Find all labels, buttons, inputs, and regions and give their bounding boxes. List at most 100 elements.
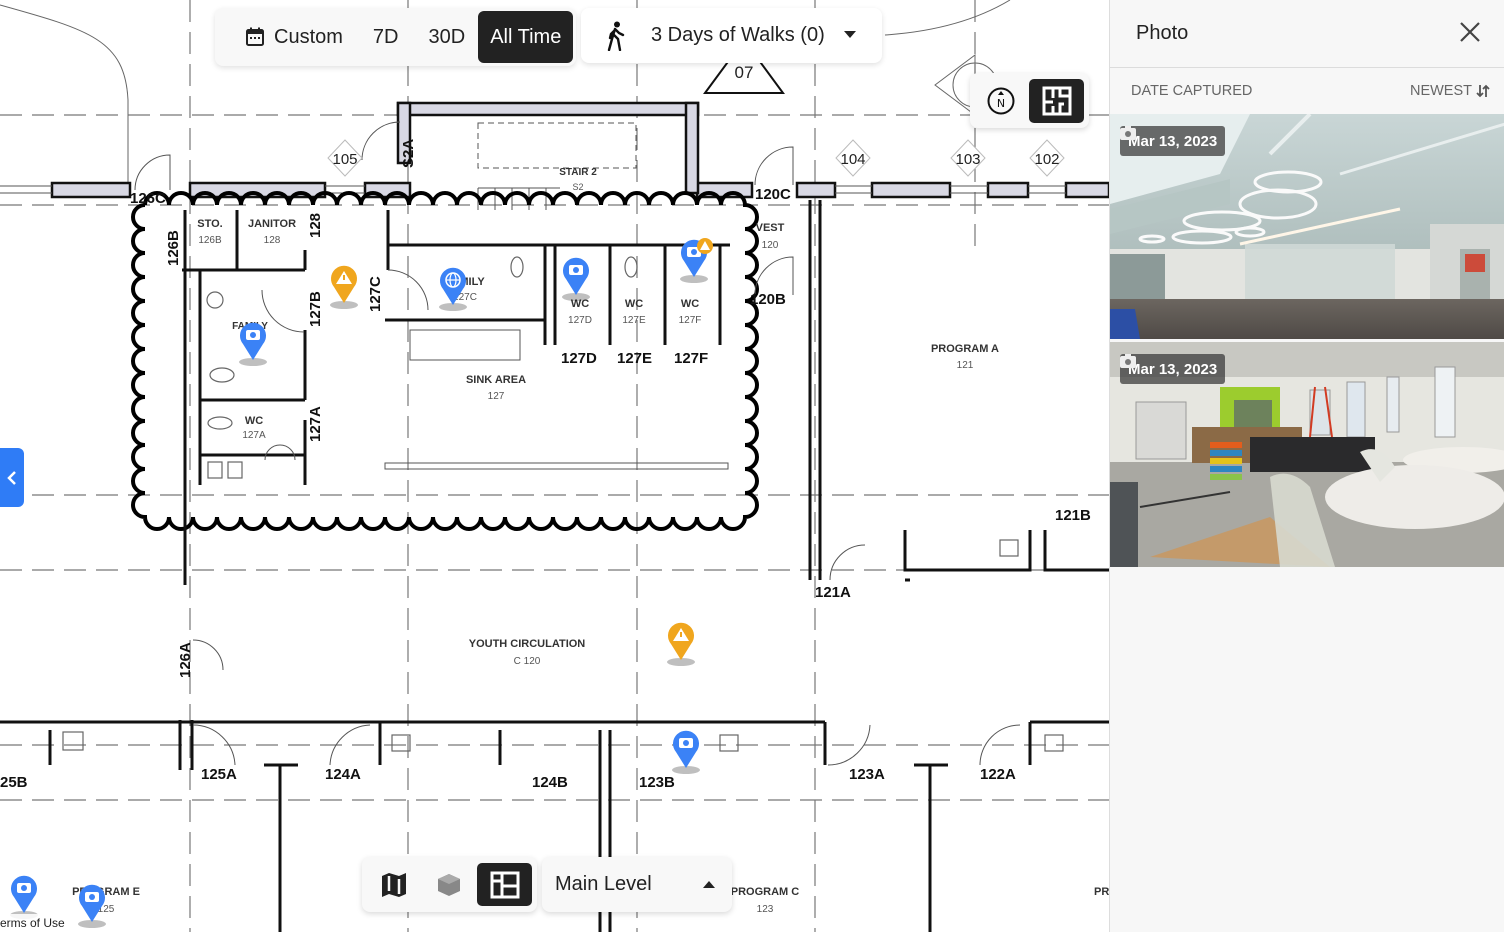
room-wc-127a-label: WC bbox=[245, 415, 263, 427]
panel-title: Photo bbox=[1136, 22, 1189, 44]
tag-105: 105 bbox=[332, 151, 357, 168]
room-wc-127f-label: WC bbox=[681, 298, 699, 310]
time-filter-custom-label: Custom bbox=[274, 25, 343, 48]
door-127f: 127F bbox=[674, 350, 708, 367]
room-stair-2-label: STAIR 2 bbox=[559, 167, 597, 178]
photo-pin-with-issue[interactable] bbox=[678, 237, 713, 283]
floorplan-icon bbox=[490, 871, 519, 898]
room-youth-circulation-label: YOUTH CIRCULATION bbox=[469, 638, 586, 650]
photo-panel: Photo DATE CAPTURED NEWEST Mar 13, 2023 … bbox=[1109, 0, 1504, 932]
door-126a: 126A bbox=[177, 642, 194, 678]
tag-104: 104 bbox=[840, 151, 865, 168]
room-stair-2-number: S2 bbox=[572, 182, 583, 192]
time-filter-7d[interactable]: 7D bbox=[355, 11, 417, 63]
map-view-button[interactable] bbox=[372, 863, 416, 906]
door-125a: 125A bbox=[201, 766, 237, 783]
calendar-icon bbox=[246, 27, 264, 46]
photo-date: Mar 13, 2023 bbox=[1128, 360, 1218, 378]
door-128: 128 bbox=[307, 213, 324, 238]
room-wc-127e-number: 127E bbox=[622, 315, 646, 326]
tag-103: 103 bbox=[955, 151, 980, 168]
door-120b: 120B bbox=[750, 291, 786, 308]
room-vest-label: VEST bbox=[756, 222, 785, 234]
door-121b: 121B bbox=[1055, 507, 1091, 524]
sort-order-button[interactable]: NEWEST bbox=[1410, 83, 1490, 99]
door-122a: 122A bbox=[980, 766, 1016, 783]
photo-pin[interactable] bbox=[670, 728, 702, 774]
time-filter-all-time[interactable]: All Time bbox=[478, 11, 574, 63]
floorplan-drawing[interactable]: 105 104 103 102 07 STO. 126B JANITOR 128… bbox=[0, 0, 1109, 932]
door-121a: 121A bbox=[815, 584, 851, 601]
cube-icon bbox=[438, 873, 460, 896]
sort-field-label: DATE CAPTURED bbox=[1131, 83, 1253, 99]
room-sink-area-label: SINK AREA bbox=[466, 374, 526, 386]
door-124a: 124A bbox=[325, 766, 361, 783]
room-janitor-label: JANITOR bbox=[248, 218, 296, 230]
time-filter-bar: Custom 7D 30D All Time bbox=[215, 8, 577, 66]
walking-person-icon bbox=[607, 21, 625, 51]
close-icon[interactable] bbox=[1458, 20, 1482, 44]
photo-date-chip: Mar 13, 2023 bbox=[1120, 126, 1226, 156]
3d-view-button[interactable] bbox=[427, 863, 471, 906]
room-wc-127d-number: 127D bbox=[568, 315, 592, 326]
room-sto-number: 126B bbox=[198, 235, 222, 246]
door-126b: 126B bbox=[165, 230, 182, 266]
door-124b: 124B bbox=[532, 774, 568, 791]
level-dropdown[interactable]: Main Level bbox=[542, 857, 732, 912]
room-sink-area-number: 127 bbox=[488, 391, 505, 402]
room-wc-127f-number: 127F bbox=[679, 315, 702, 326]
collapse-sidebar-button[interactable] bbox=[0, 448, 24, 507]
sort-order-label: NEWEST bbox=[1409, 83, 1472, 99]
terms-of-use-link[interactable]: erms of Use bbox=[0, 914, 69, 932]
room-program-c-number: 123 bbox=[757, 904, 774, 915]
floorplan-viewer[interactable]: 105 104 103 102 07 STO. 126B JANITOR 128… bbox=[0, 0, 1109, 932]
level-dropdown-label: Main Level bbox=[555, 873, 652, 895]
door-127a: 127A bbox=[307, 406, 324, 442]
door-127e: 127E bbox=[617, 350, 652, 367]
photo-pin[interactable] bbox=[560, 255, 592, 301]
orientation-toggle: N bbox=[970, 73, 1089, 128]
room-sto-label: STO. bbox=[197, 218, 222, 230]
caret-down-icon bbox=[844, 31, 856, 38]
panorama-360-pin[interactable] bbox=[437, 265, 469, 311]
photo-thumbnail[interactable]: Mar 13, 2023 bbox=[1110, 342, 1504, 567]
minimap-button[interactable] bbox=[1029, 79, 1084, 123]
issue-pin[interactable] bbox=[328, 263, 360, 309]
app-root: 105 104 103 102 07 STO. 126B JANITOR 128… bbox=[0, 0, 1504, 932]
door-120c: 120C bbox=[755, 186, 791, 203]
time-filter-30d[interactable]: 30D bbox=[416, 11, 478, 63]
walks-dropdown-label: 3 Days of Walks (0) bbox=[651, 24, 825, 46]
chevron-left-icon bbox=[7, 470, 16, 485]
view-mode-bar bbox=[362, 857, 537, 912]
room-wc-127e-label: WC bbox=[625, 298, 643, 310]
map-icon bbox=[382, 872, 406, 897]
photo-date: Mar 13, 2023 bbox=[1128, 132, 1218, 150]
door-126c: 126C bbox=[130, 190, 166, 207]
revision-cloud bbox=[131, 191, 759, 531]
issue-pin[interactable] bbox=[665, 620, 697, 666]
time-filter-custom[interactable]: Custom bbox=[233, 11, 355, 63]
photo-pin[interactable] bbox=[8, 873, 40, 919]
photo-date-chip: Mar 13, 2023 bbox=[1120, 354, 1226, 384]
sort-icon bbox=[1476, 84, 1490, 98]
room-program-c-label: PROGRAM C bbox=[731, 886, 800, 898]
walks-dropdown[interactable]: 3 Days of Walks (0) bbox=[581, 8, 882, 63]
sort-row: DATE CAPTURED NEWEST bbox=[1110, 68, 1504, 114]
room-program-a-number: 121 bbox=[957, 360, 974, 371]
door-127d: 127D bbox=[561, 350, 597, 367]
panel-header: Photo bbox=[1110, 0, 1504, 68]
photo-pin[interactable] bbox=[237, 320, 269, 366]
compass-north-icon[interactable]: N bbox=[986, 86, 1016, 116]
floorplan-minimap-icon bbox=[1042, 86, 1071, 116]
door-127c: 127C bbox=[367, 276, 384, 312]
caret-up-icon bbox=[703, 881, 715, 888]
photo-pin[interactable] bbox=[76, 882, 108, 928]
room-pr-label: PR bbox=[1094, 886, 1109, 898]
tag-102: 102 bbox=[1034, 151, 1059, 168]
camera-icon bbox=[1120, 126, 1136, 140]
floorplan-view-button[interactable] bbox=[477, 863, 532, 906]
svg-text:N: N bbox=[997, 97, 1005, 110]
photo-thumbnail[interactable]: Mar 13, 2023 bbox=[1110, 114, 1504, 339]
camera-icon bbox=[1120, 354, 1136, 368]
door-123a: 123A bbox=[849, 766, 885, 783]
